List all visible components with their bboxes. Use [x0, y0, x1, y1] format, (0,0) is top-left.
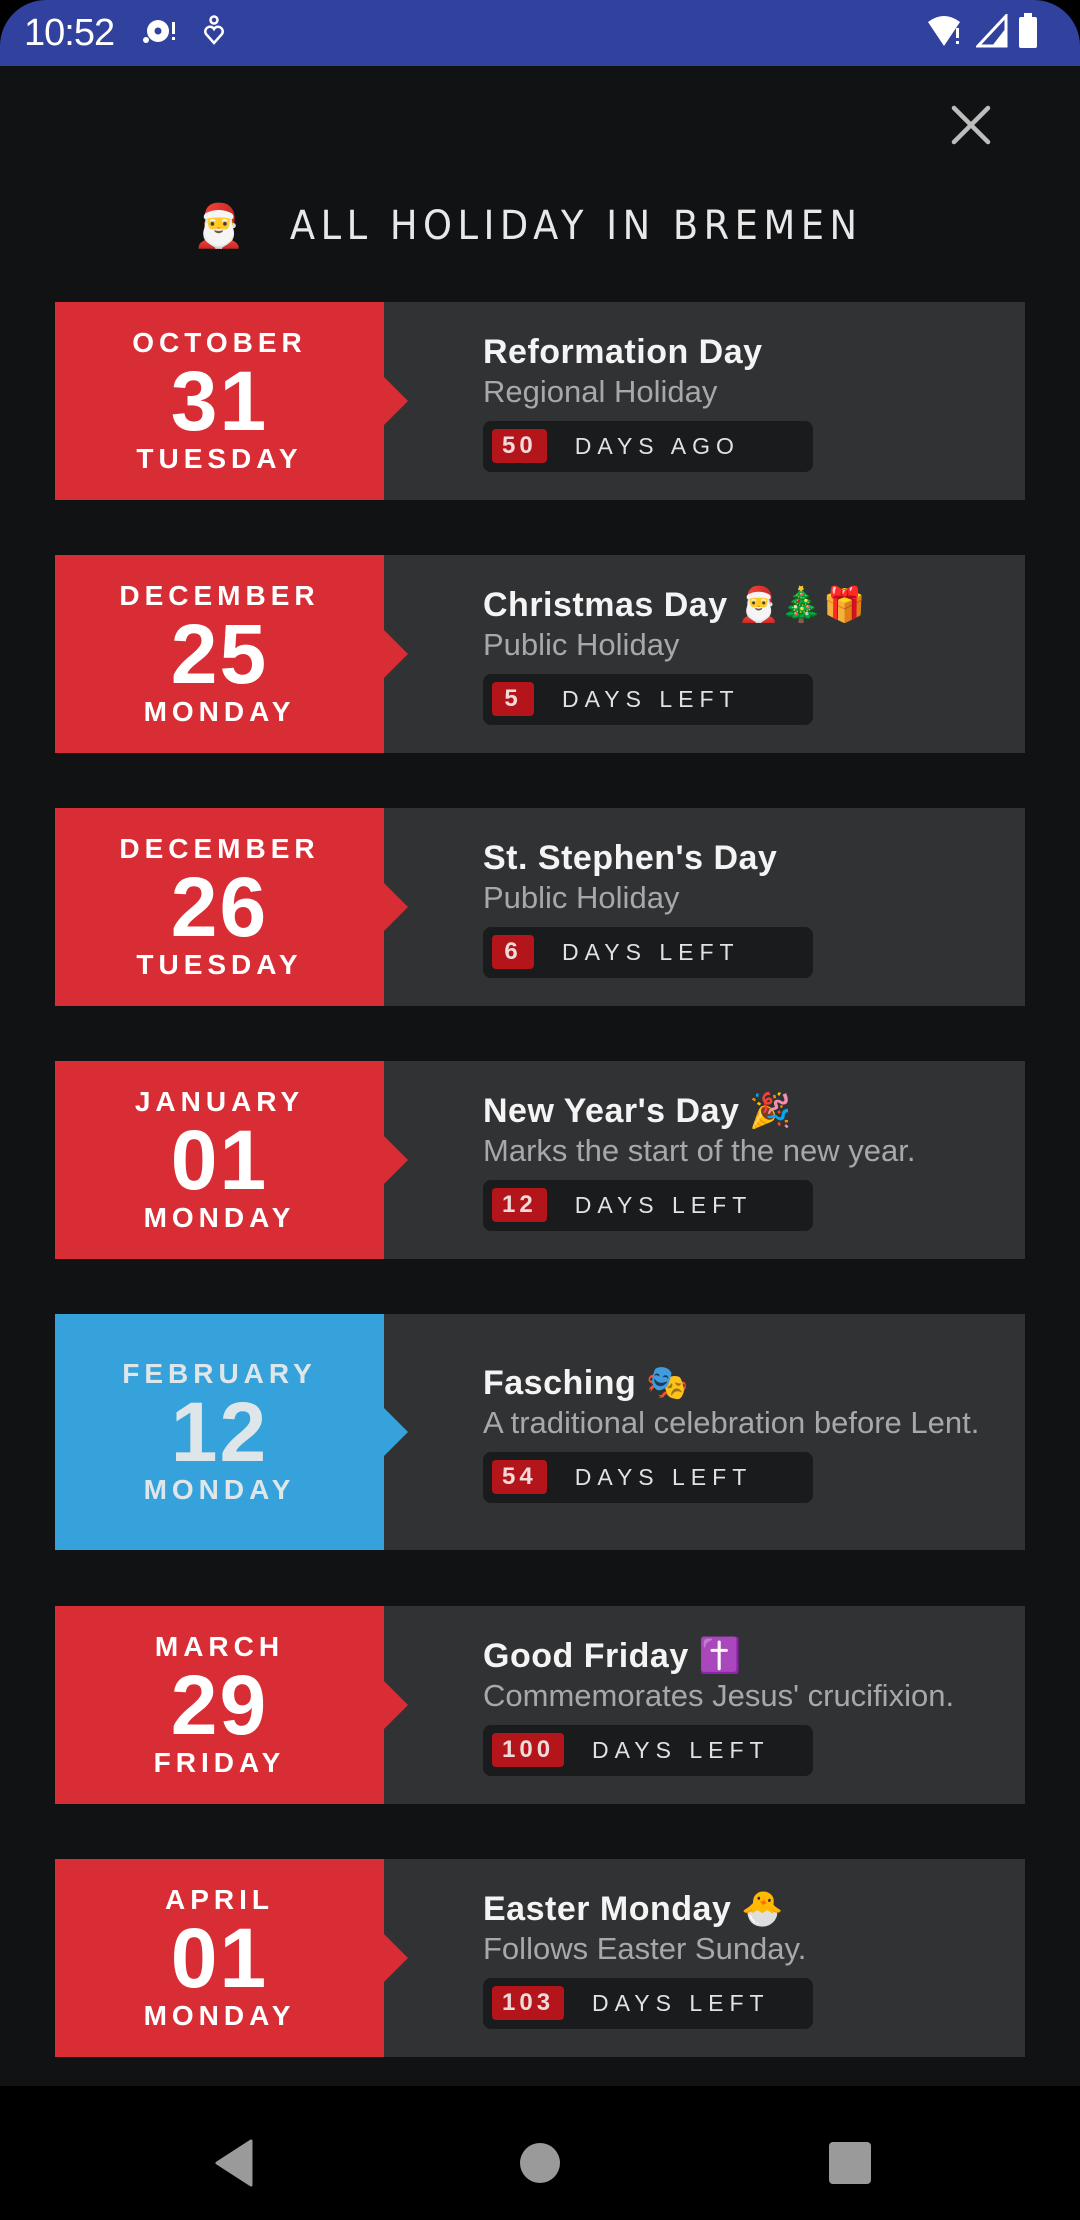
date-day: 01 — [170, 1113, 269, 1207]
page-title-row: 🎅 ALL HOLIDAY IN BREMEN — [0, 196, 1080, 256]
countdown-pill: 103 DAYS LEFT — [483, 1977, 813, 2029]
holiday-info: Fasching 🎭 A traditional celebration bef… — [384, 1314, 979, 1550]
days-count-label: DAYS LEFT — [592, 1736, 770, 1763]
date-block: OCTOBER 31 TUESDAY — [55, 302, 384, 500]
holiday-card[interactable]: FEBRUARY 12 MONDAY Fasching 🎭 A traditio… — [55, 1314, 1025, 1550]
countdown-pill: 5 DAYS LEFT — [483, 673, 813, 725]
days-count-label: DAYS AGO — [574, 432, 740, 459]
media-disc-alert-icon — [140, 16, 180, 51]
date-day: 01 — [170, 1911, 269, 2005]
holiday-card[interactable]: APRIL 01 MONDAY Easter Monday 🐣 Follows … — [55, 1859, 1025, 2057]
date-weekday: MONDAY — [143, 2000, 296, 2031]
back-button[interactable] — [200, 2118, 270, 2208]
close-icon — [951, 105, 991, 145]
holiday-name: Easter Monday 🐣 — [483, 1889, 785, 1928]
close-button[interactable] — [946, 100, 996, 150]
days-count-badge: 5 — [492, 682, 534, 716]
date-day: 26 — [170, 860, 269, 954]
holiday-name: New Year's Day 🎉 — [483, 1091, 793, 1130]
home-icon — [520, 2143, 560, 2183]
holiday-description: Public Holiday — [483, 879, 680, 915]
wifi-alert-icon — [926, 14, 966, 53]
days-count-label: DAYS LEFT — [562, 938, 740, 965]
holiday-info: Good Friday ✝️ Commemorates Jesus' cruci… — [384, 1606, 954, 1804]
holiday-name: St. Stephen's Day — [483, 838, 778, 877]
date-weekday: FRIDAY — [153, 1747, 286, 1778]
days-count-badge: 50 — [492, 429, 547, 463]
accessibility-icon — [202, 14, 226, 52]
santa-icon: 🎅 — [192, 202, 245, 249]
home-button[interactable] — [505, 2118, 575, 2208]
holiday-name: Fasching 🎭 — [483, 1363, 690, 1402]
holiday-description: A traditional celebration before Lent. — [483, 1404, 980, 1440]
holiday-name: Christmas Day 🎅🎄🎁 — [483, 585, 867, 624]
holiday-description: Follows Easter Sunday. — [483, 1930, 807, 1966]
countdown-pill: 54 DAYS LEFT — [483, 1451, 813, 1503]
date-block: JANUARY 01 MONDAY — [55, 1061, 384, 1259]
page-title: ALL HOLIDAY IN BREMEN — [289, 203, 863, 249]
holiday-description: Public Holiday — [483, 626, 680, 662]
signal-icon — [974, 11, 1008, 53]
status-bar: 10:52 — [0, 0, 1080, 66]
holiday-card[interactable]: DECEMBER 26 TUESDAY St. Stephen's Day Pu… — [55, 808, 1025, 1006]
holiday-card[interactable]: DECEMBER 25 MONDAY Christmas Day 🎅🎄🎁 Pub… — [55, 555, 1025, 753]
holiday-info: Easter Monday 🐣 Follows Easter Sunday. 1… — [384, 1859, 813, 2057]
holiday-card[interactable]: MARCH 29 FRIDAY Good Friday ✝️ Commemora… — [55, 1606, 1025, 1804]
holiday-info: St. Stephen's Day Public Holiday 6 DAYS … — [384, 808, 813, 1006]
date-block: MARCH 29 FRIDAY — [55, 1606, 384, 1804]
date-weekday: MONDAY — [143, 1202, 296, 1233]
countdown-pill: 12 DAYS LEFT — [483, 1179, 813, 1231]
battery-icon — [1018, 12, 1038, 54]
holiday-description: Marks the start of the new year. — [483, 1132, 916, 1168]
holiday-name: Good Friday ✝️ — [483, 1636, 742, 1675]
holiday-description: Regional Holiday — [483, 373, 718, 409]
date-block: DECEMBER 26 TUESDAY — [55, 808, 384, 1006]
date-day: 12 — [170, 1385, 269, 1479]
countdown-pill: 6 DAYS LEFT — [483, 926, 813, 978]
date-weekday: TUESDAY — [136, 949, 303, 980]
holiday-info: Christmas Day 🎅🎄🎁 Public Holiday 5 DAYS … — [384, 555, 866, 753]
status-time: 10:52 — [24, 11, 115, 54]
date-day: 25 — [170, 607, 269, 701]
countdown-pill: 100 DAYS LEFT — [483, 1724, 813, 1776]
countdown-pill: 50 DAYS AGO — [483, 420, 813, 472]
recents-icon — [829, 2142, 871, 2184]
back-icon — [215, 2139, 253, 2187]
date-day: 29 — [170, 1658, 269, 1752]
days-count-badge: 103 — [492, 1986, 565, 2020]
date-block: FEBRUARY 12 MONDAY — [55, 1314, 384, 1550]
navigation-bar — [0, 2086, 1080, 2220]
date-weekday: MONDAY — [143, 696, 296, 727]
holiday-name: Reformation Day — [483, 332, 763, 371]
status-right-icons — [926, 11, 1038, 54]
date-weekday: MONDAY — [143, 1474, 296, 1505]
holiday-info: New Year's Day 🎉 Marks the start of the … — [384, 1061, 915, 1259]
date-block: APRIL 01 MONDAY — [55, 1859, 384, 2057]
status-left-icons — [140, 14, 226, 52]
days-count-badge: 54 — [492, 1460, 547, 1494]
days-count-label: DAYS LEFT — [574, 1191, 753, 1218]
days-count-badge: 6 — [492, 935, 534, 969]
date-weekday: TUESDAY — [136, 443, 303, 474]
days-count-label: DAYS LEFT — [592, 1989, 770, 2016]
holiday-description: Commemorates Jesus' crucifixion. — [483, 1677, 955, 1713]
days-count-badge: 12 — [492, 1188, 547, 1222]
holiday-info: Reformation Day Regional Holiday 50 DAYS… — [384, 302, 813, 500]
holiday-card[interactable]: OCTOBER 31 TUESDAY Reformation Day Regio… — [55, 302, 1025, 500]
date-block: DECEMBER 25 MONDAY — [55, 555, 384, 753]
holiday-card[interactable]: JANUARY 01 MONDAY New Year's Day 🎉 Marks… — [55, 1061, 1025, 1259]
days-count-badge: 100 — [492, 1733, 565, 1767]
recents-button[interactable] — [815, 2118, 885, 2208]
days-count-label: DAYS LEFT — [562, 685, 740, 712]
date-day: 31 — [170, 354, 269, 448]
days-count-label: DAYS LEFT — [574, 1463, 753, 1490]
